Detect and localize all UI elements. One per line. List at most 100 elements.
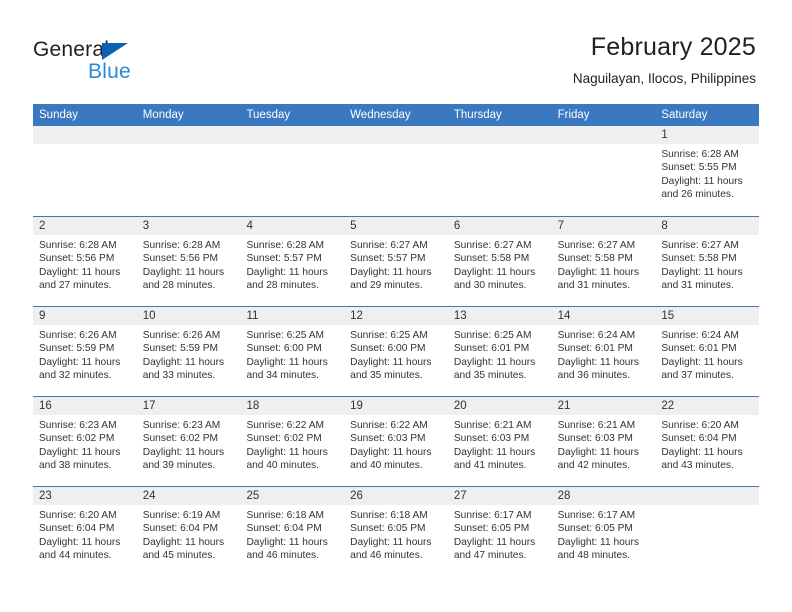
- calendar-week-row: 2 Sunrise: 6:28 AM Sunset: 5:56 PM Daylight…: [33, 216, 760, 306]
- weekday-header-monday: Monday: [142, 109, 184, 121]
- sunrise-text: Sunrise: 6:17 AM: [453, 510, 532, 521]
- sunset-text: Sunset: 5:57 PM: [246, 253, 322, 265]
- sunrise-text: Sunrise: 6:27 AM: [557, 240, 636, 251]
- day-details: Sunrise: 6:25 AM Sunset: 6:01 PM Daylight:…: [448, 325, 552, 382]
- day-cell[interactable]: 6 Sunrise: 6:27 AM Sunset: 5:58 PM Daylight…: [447, 217, 552, 306]
- sunrise-text: Sunrise: 6:27 AM: [453, 240, 532, 251]
- day-details: Sunrise: 6:24 AM Sunset: 6:01 PM Daylight:…: [655, 325, 759, 382]
- day-number: 18: [240, 397, 345, 415]
- sunrise-text: Sunrise: 6:24 AM: [557, 330, 636, 341]
- day-cell[interactable]: 1 Sunrise: 6:28 AM Sunset: 5:55 PM Daylight…: [655, 126, 760, 216]
- day-number: 1: [655, 126, 760, 144]
- day-cell[interactable]: 5 Sunrise: 6:27 AM Sunset: 5:57 PM Daylight…: [344, 217, 448, 306]
- sunrise-text: Sunrise: 6:25 AM: [246, 330, 325, 341]
- daylight-text-line1: Daylight: 11 hours: [350, 446, 432, 458]
- sunrise-text: Sunrise: 6:28 AM: [142, 240, 221, 251]
- day-number: 4: [240, 217, 345, 235]
- day-details: Sunrise: 6:17 AM Sunset: 6:05 PM Daylight:…: [552, 505, 656, 562]
- day-number: [551, 126, 656, 144]
- day-details: Sunrise: 6:26 AM Sunset: 5:59 PM Daylight:…: [33, 325, 137, 382]
- day-cell[interactable]: 21 Sunrise: 6:21 AM Sunset: 6:03 PM Dayligh…: [551, 397, 656, 486]
- daylight-text-line2: and 45 minutes.: [142, 549, 216, 561]
- day-number: [447, 126, 552, 144]
- day-cell-empty: [240, 126, 345, 216]
- daylight-text-line1: Daylight: 11 hours: [661, 356, 743, 368]
- daylight-text-line1: Daylight: 11 hours: [246, 446, 328, 458]
- day-cell[interactable]: 3 Sunrise: 6:28 AM Sunset: 5:56 PM Daylight…: [136, 217, 241, 306]
- day-cell[interactable]: 10 Sunrise: 6:26 AM Sunset: 5:59 PM Dayligh…: [136, 307, 241, 396]
- calendar-week-row: 9 Sunrise: 6:26 AM Sunset: 5:59 PM Daylight…: [33, 306, 760, 396]
- day-cell[interactable]: 23 Sunrise: 6:20 AM Sunset: 6:04 PM Dayligh…: [33, 487, 137, 576]
- day-cell[interactable]: 17 Sunrise: 6:23 AM Sunset: 6:02 PM Dayligh…: [136, 397, 241, 486]
- sunrise-text: Sunrise: 6:27 AM: [661, 240, 739, 251]
- day-cell[interactable]: 28 Sunrise: 6:17 AM Sunset: 6:05 PM Dayligh…: [551, 487, 656, 576]
- daylight-text-line1: Daylight: 11 hours: [453, 536, 536, 548]
- day-cell[interactable]: 24 Sunrise: 6:19 AM Sunset: 6:04 PM Dayligh…: [136, 487, 241, 576]
- day-details: Sunrise: 6:25 AM Sunset: 6:00 PM Daylight:…: [240, 325, 344, 382]
- daylight-text-line2: and 34 minutes.: [246, 369, 319, 381]
- day-cell[interactable]: 11 Sunrise: 6:25 AM Sunset: 6:00 PM Dayligh…: [240, 307, 345, 396]
- day-number: [33, 126, 137, 144]
- day-details: Sunrise: 6:28 AM Sunset: 5:57 PM Daylight:…: [240, 235, 344, 292]
- day-cell[interactable]: 7 Sunrise: 6:27 AM Sunset: 5:58 PM Daylight…: [551, 217, 656, 306]
- sunrise-text: Sunrise: 6:26 AM: [142, 330, 221, 341]
- day-cell[interactable]: 20 Sunrise: 6:21 AM Sunset: 6:03 PM Dayligh…: [447, 397, 552, 486]
- day-cell[interactable]: 25 Sunrise: 6:18 AM Sunset: 6:04 PM Dayligh…: [240, 487, 345, 576]
- day-cell[interactable]: 15 Sunrise: 6:24 AM Sunset: 6:01 PM Dayligh…: [655, 307, 760, 396]
- day-cell[interactable]: 2 Sunrise: 6:28 AM Sunset: 5:56 PM Daylight…: [33, 217, 137, 306]
- daylight-text-line2: and 30 minutes.: [453, 279, 527, 291]
- day-cell[interactable]: 4 Sunrise: 6:28 AM Sunset: 5:57 PM Daylight…: [240, 217, 345, 306]
- sunrise-text: Sunrise: 6:19 AM: [142, 510, 221, 521]
- weekday-header-row: Sunday Monday Tuesday Wednesday Thursday…: [33, 104, 759, 126]
- daylight-text-line2: and 41 minutes.: [453, 459, 527, 471]
- day-number: 27: [447, 487, 552, 505]
- sunset-text: Sunset: 6:02 PM: [142, 433, 219, 445]
- day-details: Sunrise: 6:20 AM Sunset: 6:04 PM Daylight:…: [655, 415, 759, 472]
- day-cell[interactable]: 14 Sunrise: 6:24 AM Sunset: 6:01 PM Dayligh…: [551, 307, 656, 396]
- daylight-text-line1: Daylight: 11 hours: [557, 536, 639, 548]
- day-cell[interactable]: 16 Sunrise: 6:23 AM Sunset: 6:02 PM Dayligh…: [33, 397, 137, 486]
- brand-name-blue: Blue: [88, 60, 131, 83]
- day-details: Sunrise: 6:21 AM Sunset: 6:03 PM Daylight:…: [448, 415, 552, 472]
- daylight-text-line1: Daylight: 11 hours: [142, 356, 225, 368]
- sunrise-text: Sunrise: 6:25 AM: [453, 330, 532, 341]
- daylight-text-line2: and 39 minutes.: [142, 459, 216, 471]
- daylight-text-line2: and 38 minutes.: [39, 459, 112, 471]
- day-details: Sunrise: 6:24 AM Sunset: 6:01 PM Daylight:…: [552, 325, 656, 382]
- sunset-text: Sunset: 6:01 PM: [453, 343, 530, 355]
- weekday-header-saturday: Saturday: [661, 109, 708, 121]
- day-cell[interactable]: 12 Sunrise: 6:25 AM Sunset: 6:00 PM Dayligh…: [344, 307, 448, 396]
- day-cell[interactable]: 18 Sunrise: 6:22 AM Sunset: 6:02 PM Dayligh…: [240, 397, 345, 486]
- day-number: [136, 126, 241, 144]
- day-number: 25: [240, 487, 345, 505]
- sunset-text: Sunset: 6:00 PM: [350, 343, 426, 355]
- daylight-text-line2: and 48 minutes.: [557, 549, 631, 561]
- daylight-text-line2: and 40 minutes.: [246, 459, 319, 471]
- day-cell[interactable]: 22 Sunrise: 6:20 AM Sunset: 6:04 PM Dayligh…: [655, 397, 760, 486]
- day-details: Sunrise: 6:19 AM Sunset: 6:04 PM Daylight:…: [137, 505, 241, 562]
- sunrise-text: Sunrise: 6:22 AM: [246, 420, 325, 431]
- day-cell[interactable]: 19 Sunrise: 6:22 AM Sunset: 6:03 PM Dayligh…: [344, 397, 448, 486]
- brand-logo[interactable]: General Blue: [33, 38, 233, 88]
- day-number: [240, 126, 345, 144]
- daylight-text-line1: Daylight: 11 hours: [39, 446, 121, 458]
- day-number: 3: [136, 217, 241, 235]
- day-cell[interactable]: 8 Sunrise: 6:27 AM Sunset: 5:58 PM Daylight…: [655, 217, 760, 306]
- weekday-header-sunday: Sunday: [39, 109, 79, 121]
- calendar-week-row: 16 Sunrise: 6:23 AM Sunset: 6:02 PM Dayligh…: [33, 396, 760, 486]
- day-number: 19: [344, 397, 448, 415]
- day-details: Sunrise: 6:17 AM Sunset: 6:05 PM Daylight:…: [448, 505, 552, 562]
- day-cell[interactable]: 26 Sunrise: 6:18 AM Sunset: 6:05 PM Dayligh…: [344, 487, 448, 576]
- day-cell[interactable]: 13 Sunrise: 6:25 AM Sunset: 6:01 PM Dayligh…: [447, 307, 552, 396]
- day-cell[interactable]: 27 Sunrise: 6:17 AM Sunset: 6:05 PM Dayligh…: [447, 487, 552, 576]
- day-cell[interactable]: 9 Sunrise: 6:26 AM Sunset: 5:59 PM Daylight…: [33, 307, 137, 396]
- sunset-text: Sunset: 6:02 PM: [39, 433, 115, 445]
- sunset-text: Sunset: 6:03 PM: [557, 433, 633, 445]
- day-details: Sunrise: 6:28 AM Sunset: 5:56 PM Daylight:…: [137, 235, 241, 292]
- daylight-text-line1: Daylight: 11 hours: [246, 356, 328, 368]
- day-number: 8: [655, 217, 760, 235]
- sunset-text: Sunset: 5:56 PM: [142, 253, 219, 265]
- calendar-week-row: 1 Sunrise: 6:28 AM Sunset: 5:55 PM Daylight…: [33, 126, 760, 216]
- sunrise-text: Sunrise: 6:26 AM: [39, 330, 117, 341]
- daylight-text-line1: Daylight: 11 hours: [142, 266, 225, 278]
